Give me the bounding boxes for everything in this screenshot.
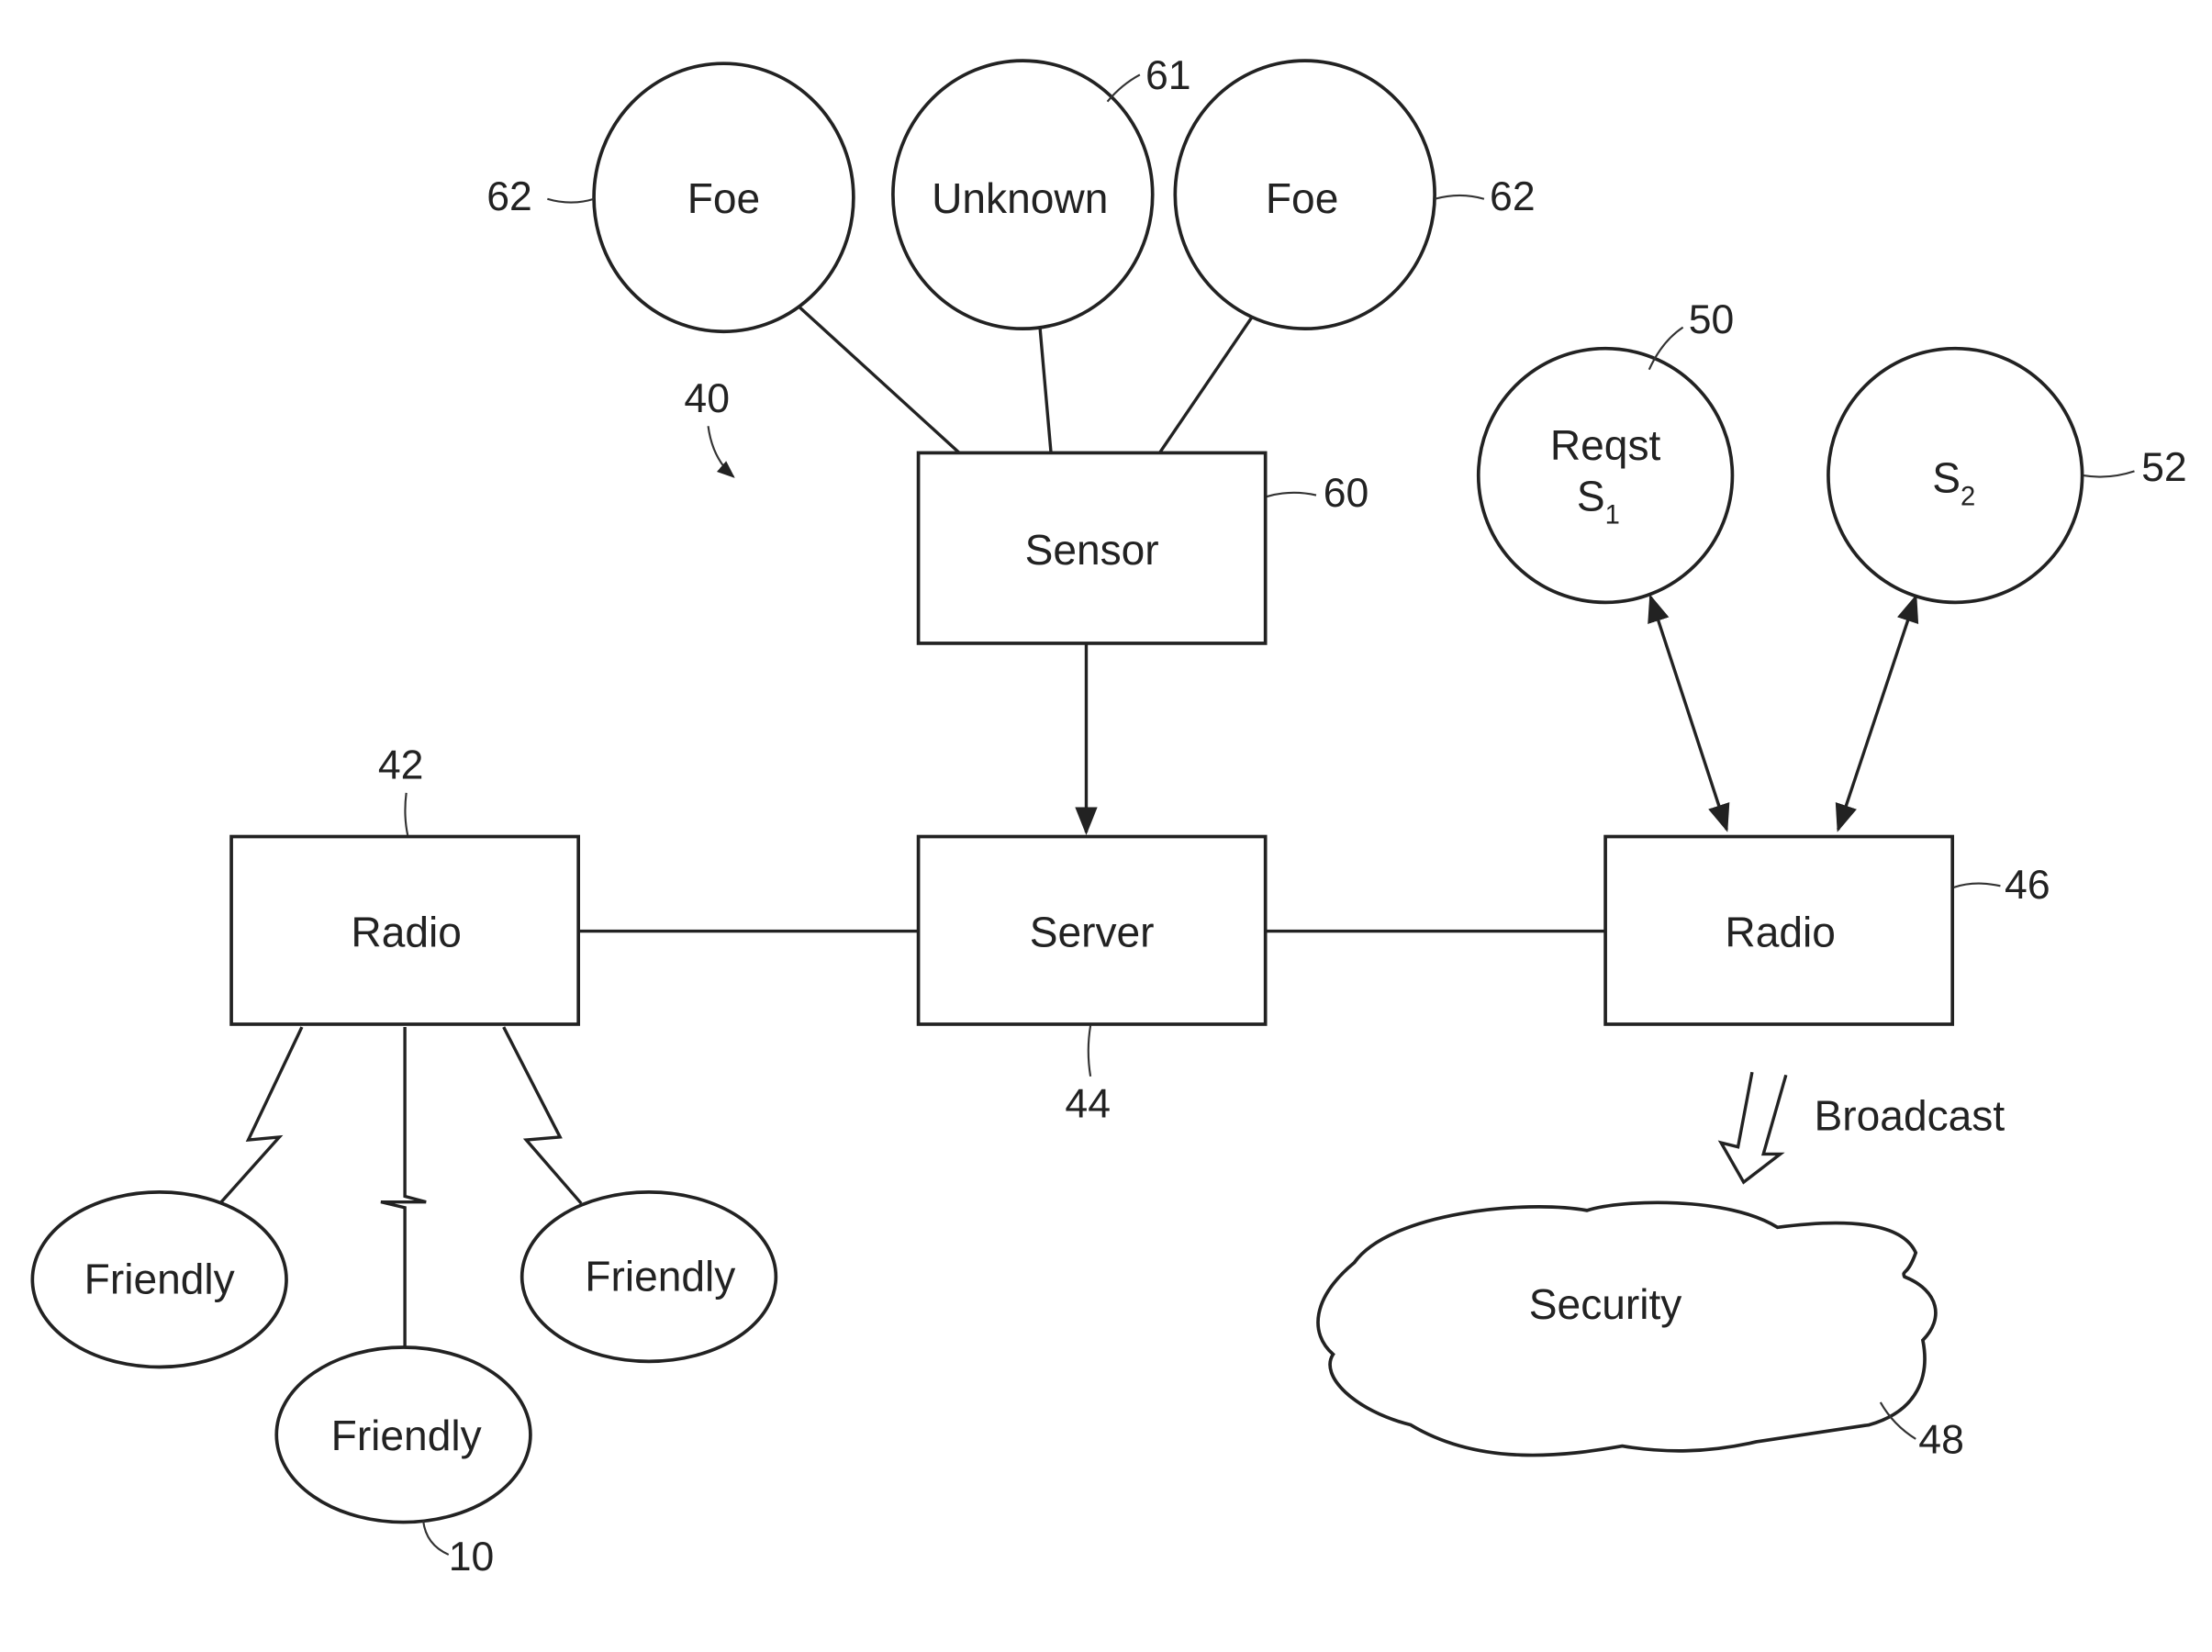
ref-62-right-text: 62 (1490, 174, 1536, 219)
ref-10-text: 10 (449, 1535, 495, 1579)
ref-50-text: 50 (1689, 297, 1735, 342)
node-friendly-bottom: Friendly (274, 1345, 532, 1524)
node-s2: S2 (1827, 346, 2084, 605)
ref-48-text: 48 (1918, 1417, 1964, 1462)
node-unknown-label: Unknown (932, 174, 1108, 222)
node-friendly-left-label: Friendly (84, 1256, 235, 1303)
node-radio-right-label: Radio (1725, 908, 1835, 955)
node-sensor-label: Sensor (1025, 526, 1159, 574)
wireless-link-friendly-bottom (380, 1027, 427, 1347)
node-friendly-right-label: Friendly (585, 1252, 735, 1300)
ref-62-right: 62 (1434, 174, 1536, 219)
connector-foe-right-sensor (1158, 315, 1255, 454)
ref-52: 52 (2083, 445, 2187, 490)
node-request-s1: Reqst S1 (1476, 346, 1735, 605)
ref-40-text: 40 (684, 376, 730, 421)
ref-60: 60 (1266, 471, 1369, 516)
ref-61: 61 (1106, 53, 1191, 103)
node-foe-left-label: Foe (687, 174, 760, 222)
ref-61-text: 61 (1145, 53, 1191, 98)
node-radio-right: Radio (1603, 834, 1955, 1026)
ref-46-text: 46 (2005, 863, 2050, 908)
ref-40: 40 (684, 376, 735, 478)
ref-46: 46 (1953, 863, 2050, 908)
ref-42-text: 42 (378, 743, 424, 788)
node-server-label: Server (1030, 908, 1155, 955)
network-diagram: Foe Unknown Foe Sensor Radio Server Radi… (30, 53, 2187, 1579)
node-friendly-bottom-label: Friendly (331, 1412, 482, 1459)
request-s-letter: S (1577, 472, 1605, 519)
ref-44-text: 44 (1065, 1081, 1111, 1126)
node-request-label: Reqst (1550, 421, 1661, 469)
ref-10: 10 (422, 1520, 495, 1579)
node-security-cloud: Security (1316, 1200, 1938, 1457)
node-security-label: Security (1529, 1280, 1682, 1328)
broadcast-label: Broadcast (1815, 1091, 2005, 1139)
connector-foe-left-sensor (799, 306, 961, 454)
ref-62-left-text: 62 (486, 174, 532, 219)
node-friendly-left: Friendly (30, 1190, 288, 1369)
node-unknown: Unknown (891, 59, 1155, 330)
s2-subscript: 2 (1961, 482, 1975, 511)
ref-50: 50 (1648, 297, 1735, 371)
wireless-link-friendly-right (502, 1026, 583, 1205)
ref-52-text: 52 (2141, 445, 2187, 490)
node-sensor: Sensor (916, 451, 1268, 645)
node-radio-left: Radio (229, 834, 581, 1026)
ref-44: 44 (1065, 1025, 1111, 1126)
request-subscript: 1 (1605, 500, 1620, 530)
connector-unknown-sensor (1038, 324, 1053, 453)
node-friendly-right: Friendly (519, 1190, 778, 1364)
s2-letter: S (1932, 453, 1961, 501)
ref-62-left: 62 (486, 174, 595, 219)
node-foe-right-label: Foe (1266, 174, 1338, 222)
node-server: Server (916, 834, 1268, 1026)
ref-42: 42 (378, 743, 424, 836)
broadcast-arrow-icon (1717, 1071, 1788, 1185)
arrow-radio-s2 (1835, 594, 1919, 832)
wireless-link-friendly-left (218, 1026, 304, 1205)
node-radio-left-label: Radio (351, 908, 461, 955)
node-foe-left: Foe (592, 61, 855, 334)
node-foe-right: Foe (1173, 59, 1436, 330)
arrow-radio-request (1648, 594, 1730, 832)
ref-60-text: 60 (1324, 471, 1369, 516)
